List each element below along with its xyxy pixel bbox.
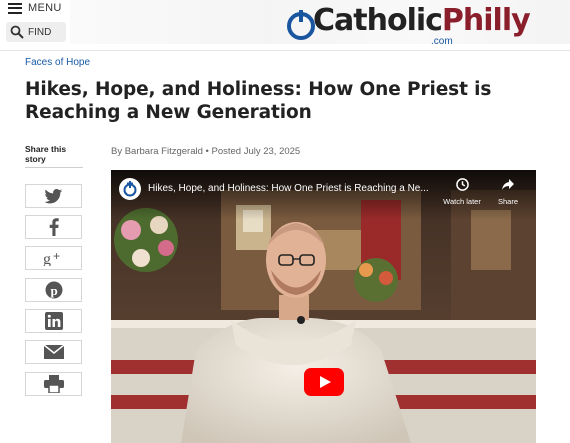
watch-later-button[interactable]: Watch later [441, 178, 483, 206]
print-icon [43, 375, 64, 393]
logo-mark [285, 10, 317, 40]
svg-text:g: g [43, 251, 51, 266]
share-arrow-icon [502, 179, 514, 190]
youtube-play-icon [304, 368, 344, 396]
watch-later-label: Watch later [443, 197, 481, 206]
share-label: Share this story [25, 144, 83, 168]
find-label: FIND [28, 26, 52, 38]
site-header: MENU FIND CatholicPhilly .com [0, 0, 570, 51]
share-facebook-button[interactable] [25, 215, 82, 239]
share-email-button[interactable] [25, 340, 82, 364]
share-print-button[interactable] [25, 372, 82, 396]
linkedin-icon [44, 312, 63, 330]
hamburger-icon [8, 2, 22, 14]
pinterest-icon: p [45, 281, 62, 299]
find-button[interactable]: FIND [6, 22, 66, 42]
channel-avatar[interactable] [119, 178, 141, 200]
video-thumbnail [111, 170, 536, 443]
category-link[interactable]: Faces of Hope [25, 57, 90, 68]
share-video-label: Share [497, 197, 518, 206]
twitter-icon [44, 188, 62, 203]
share-linkedin-button[interactable] [25, 309, 82, 333]
video-title[interactable]: Hikes, Hope, and Holiness: How One Pries… [148, 183, 438, 194]
byline: By Barbara Fitzgerald • Posted July 23, … [111, 146, 301, 157]
svg-text:+: + [53, 250, 60, 263]
logo-text: CatholicPhilly [313, 3, 531, 38]
share-pinterest-button[interactable]: p [25, 278, 82, 302]
share-twitter-button[interactable] [25, 184, 82, 208]
google-plus-icon: g + [43, 250, 60, 266]
article-title: Hikes, Hope, and Holiness: How One Pries… [25, 79, 492, 123]
video-player[interactable]: Hikes, Hope, and Holiness: How One Pries… [111, 170, 536, 443]
menu-button[interactable]: MENU [8, 0, 62, 16]
site-logo[interactable]: CatholicPhilly .com [285, 3, 531, 48]
svg-text:p: p [50, 283, 57, 298]
logo-dotcom: .com [431, 36, 453, 47]
channel-logo-icon [123, 181, 137, 197]
facebook-icon [49, 218, 59, 236]
share-google-plus-button[interactable]: g + [25, 246, 82, 270]
menu-label: MENU [28, 2, 62, 14]
play-button[interactable] [304, 368, 344, 396]
share-video-button[interactable]: Share [493, 178, 523, 206]
search-icon [10, 25, 24, 39]
email-icon [43, 345, 64, 359]
clock-icon [455, 178, 469, 191]
